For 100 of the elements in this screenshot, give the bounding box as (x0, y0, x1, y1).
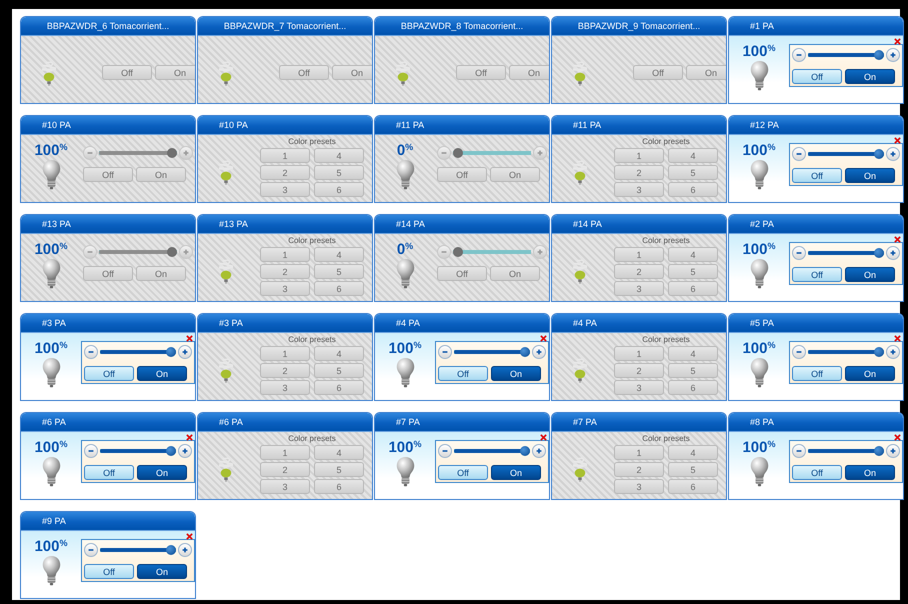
slider-track[interactable] (808, 149, 884, 159)
on-button[interactable]: On (845, 267, 895, 282)
plus-icon (889, 51, 897, 59)
minus-icon (87, 546, 95, 554)
light-bulb-icon (396, 357, 414, 389)
tile-title: BBPAZWDR_6 Tomacorrient... (21, 17, 195, 35)
slider-thumb[interactable] (520, 446, 530, 456)
increase-button[interactable] (178, 543, 192, 557)
increase-button[interactable] (886, 345, 900, 359)
close-icon[interactable] (186, 335, 193, 342)
increase-button[interactable] (178, 444, 192, 458)
on-button[interactable]: On (137, 366, 187, 381)
decrease-button[interactable] (792, 444, 806, 458)
slider-track[interactable] (100, 446, 176, 456)
slider-track[interactable] (100, 347, 176, 357)
on-button[interactable]: On (491, 465, 541, 480)
on-button[interactable]: On (845, 366, 895, 381)
off-button[interactable]: Off (438, 465, 488, 480)
slider-track[interactable] (808, 248, 884, 258)
minus-icon (441, 348, 449, 356)
increase-button[interactable] (886, 48, 900, 62)
off-button[interactable]: Off (84, 465, 134, 480)
close-icon[interactable] (894, 38, 901, 45)
close-icon[interactable] (894, 236, 901, 243)
close-icon[interactable] (540, 335, 547, 342)
increase-button[interactable] (886, 147, 900, 161)
tile-title: #4 PA (552, 314, 726, 332)
brightness-value: 0$^{%}$ (396, 141, 414, 158)
slider-thumb[interactable] (166, 545, 176, 555)
slider-thumb[interactable] (166, 446, 176, 456)
close-icon[interactable] (894, 335, 901, 342)
tile-title: #6 PA (198, 413, 372, 431)
increase-button[interactable] (532, 345, 546, 359)
slider-thumb[interactable] (874, 446, 884, 456)
minus-icon (795, 249, 803, 257)
off-button[interactable]: Off (792, 168, 842, 183)
increase-button[interactable] (886, 444, 900, 458)
decrease-button[interactable] (438, 444, 452, 458)
off-button[interactable]: Off (84, 366, 134, 381)
close-icon[interactable] (894, 434, 901, 441)
slider-thumb[interactable] (874, 347, 884, 357)
tile-title: #4 PA (375, 314, 549, 332)
decrease-button[interactable] (792, 147, 806, 161)
plus-icon (181, 447, 189, 455)
on-button[interactable]: On (845, 168, 895, 183)
off-button[interactable]: Off (438, 366, 488, 381)
decrease-button[interactable] (84, 543, 98, 557)
increase-button[interactable] (886, 246, 900, 260)
presets-label: Color presets (642, 137, 690, 147)
plus-icon (535, 447, 543, 455)
tile-title: #3 PA (21, 314, 195, 332)
on-button[interactable]: On (845, 465, 895, 480)
decrease-button[interactable] (792, 246, 806, 260)
brightness-value: 0$^{%}$ (396, 240, 414, 257)
slider-thumb[interactable] (874, 149, 884, 159)
off-button[interactable]: Off (792, 69, 842, 84)
slider-thumb[interactable] (166, 347, 176, 357)
close-icon[interactable] (540, 434, 547, 441)
minus-icon (86, 149, 94, 157)
close-icon[interactable] (186, 434, 193, 441)
brightness-value: 100$^{%}$ (742, 339, 776, 356)
decrease-button[interactable] (84, 444, 98, 458)
decrease-button[interactable] (438, 345, 452, 359)
slider-track[interactable] (100, 545, 176, 555)
slider-track[interactable] (454, 446, 530, 456)
increase-button[interactable] (178, 345, 192, 359)
slider-track[interactable] (808, 446, 884, 456)
decrease-button[interactable] (84, 345, 98, 359)
slider-track[interactable] (454, 347, 530, 357)
off-button[interactable]: Off (792, 366, 842, 381)
slider-thumb[interactable] (874, 50, 884, 60)
bulb-icon (573, 258, 587, 285)
tile-title: BBPAZWDR_8 Tomacorrient... (375, 17, 549, 35)
on-button[interactable]: On (845, 69, 895, 84)
decrease-button[interactable] (792, 345, 806, 359)
close-icon[interactable] (186, 533, 193, 540)
plus-icon (182, 149, 190, 157)
presets-label: Color presets (288, 335, 336, 345)
decrease-button[interactable] (792, 48, 806, 62)
off-button[interactable]: Off (792, 267, 842, 282)
brightness-value: 100$^{%}$ (742, 240, 776, 257)
light-bulb-icon (750, 159, 768, 191)
presets-label: Color presets (642, 434, 690, 444)
slider-thumb[interactable] (874, 248, 884, 258)
off-button[interactable]: Off (792, 465, 842, 480)
brightness-value: 100$^{%}$ (34, 339, 68, 356)
slider-thumb[interactable] (520, 347, 530, 357)
plus-icon (889, 447, 897, 455)
off-button[interactable]: Off (84, 564, 134, 579)
close-icon[interactable] (894, 137, 901, 144)
presets-label: Color presets (288, 236, 336, 246)
minus-icon (795, 348, 803, 356)
tile-title: #10 PA (198, 116, 372, 134)
slider-track[interactable] (808, 50, 884, 60)
slider-track[interactable] (808, 347, 884, 357)
on-button[interactable]: On (137, 564, 187, 579)
on-button[interactable]: On (491, 366, 541, 381)
increase-button[interactable] (532, 444, 546, 458)
plus-icon (181, 546, 189, 554)
on-button[interactable]: On (137, 465, 187, 480)
